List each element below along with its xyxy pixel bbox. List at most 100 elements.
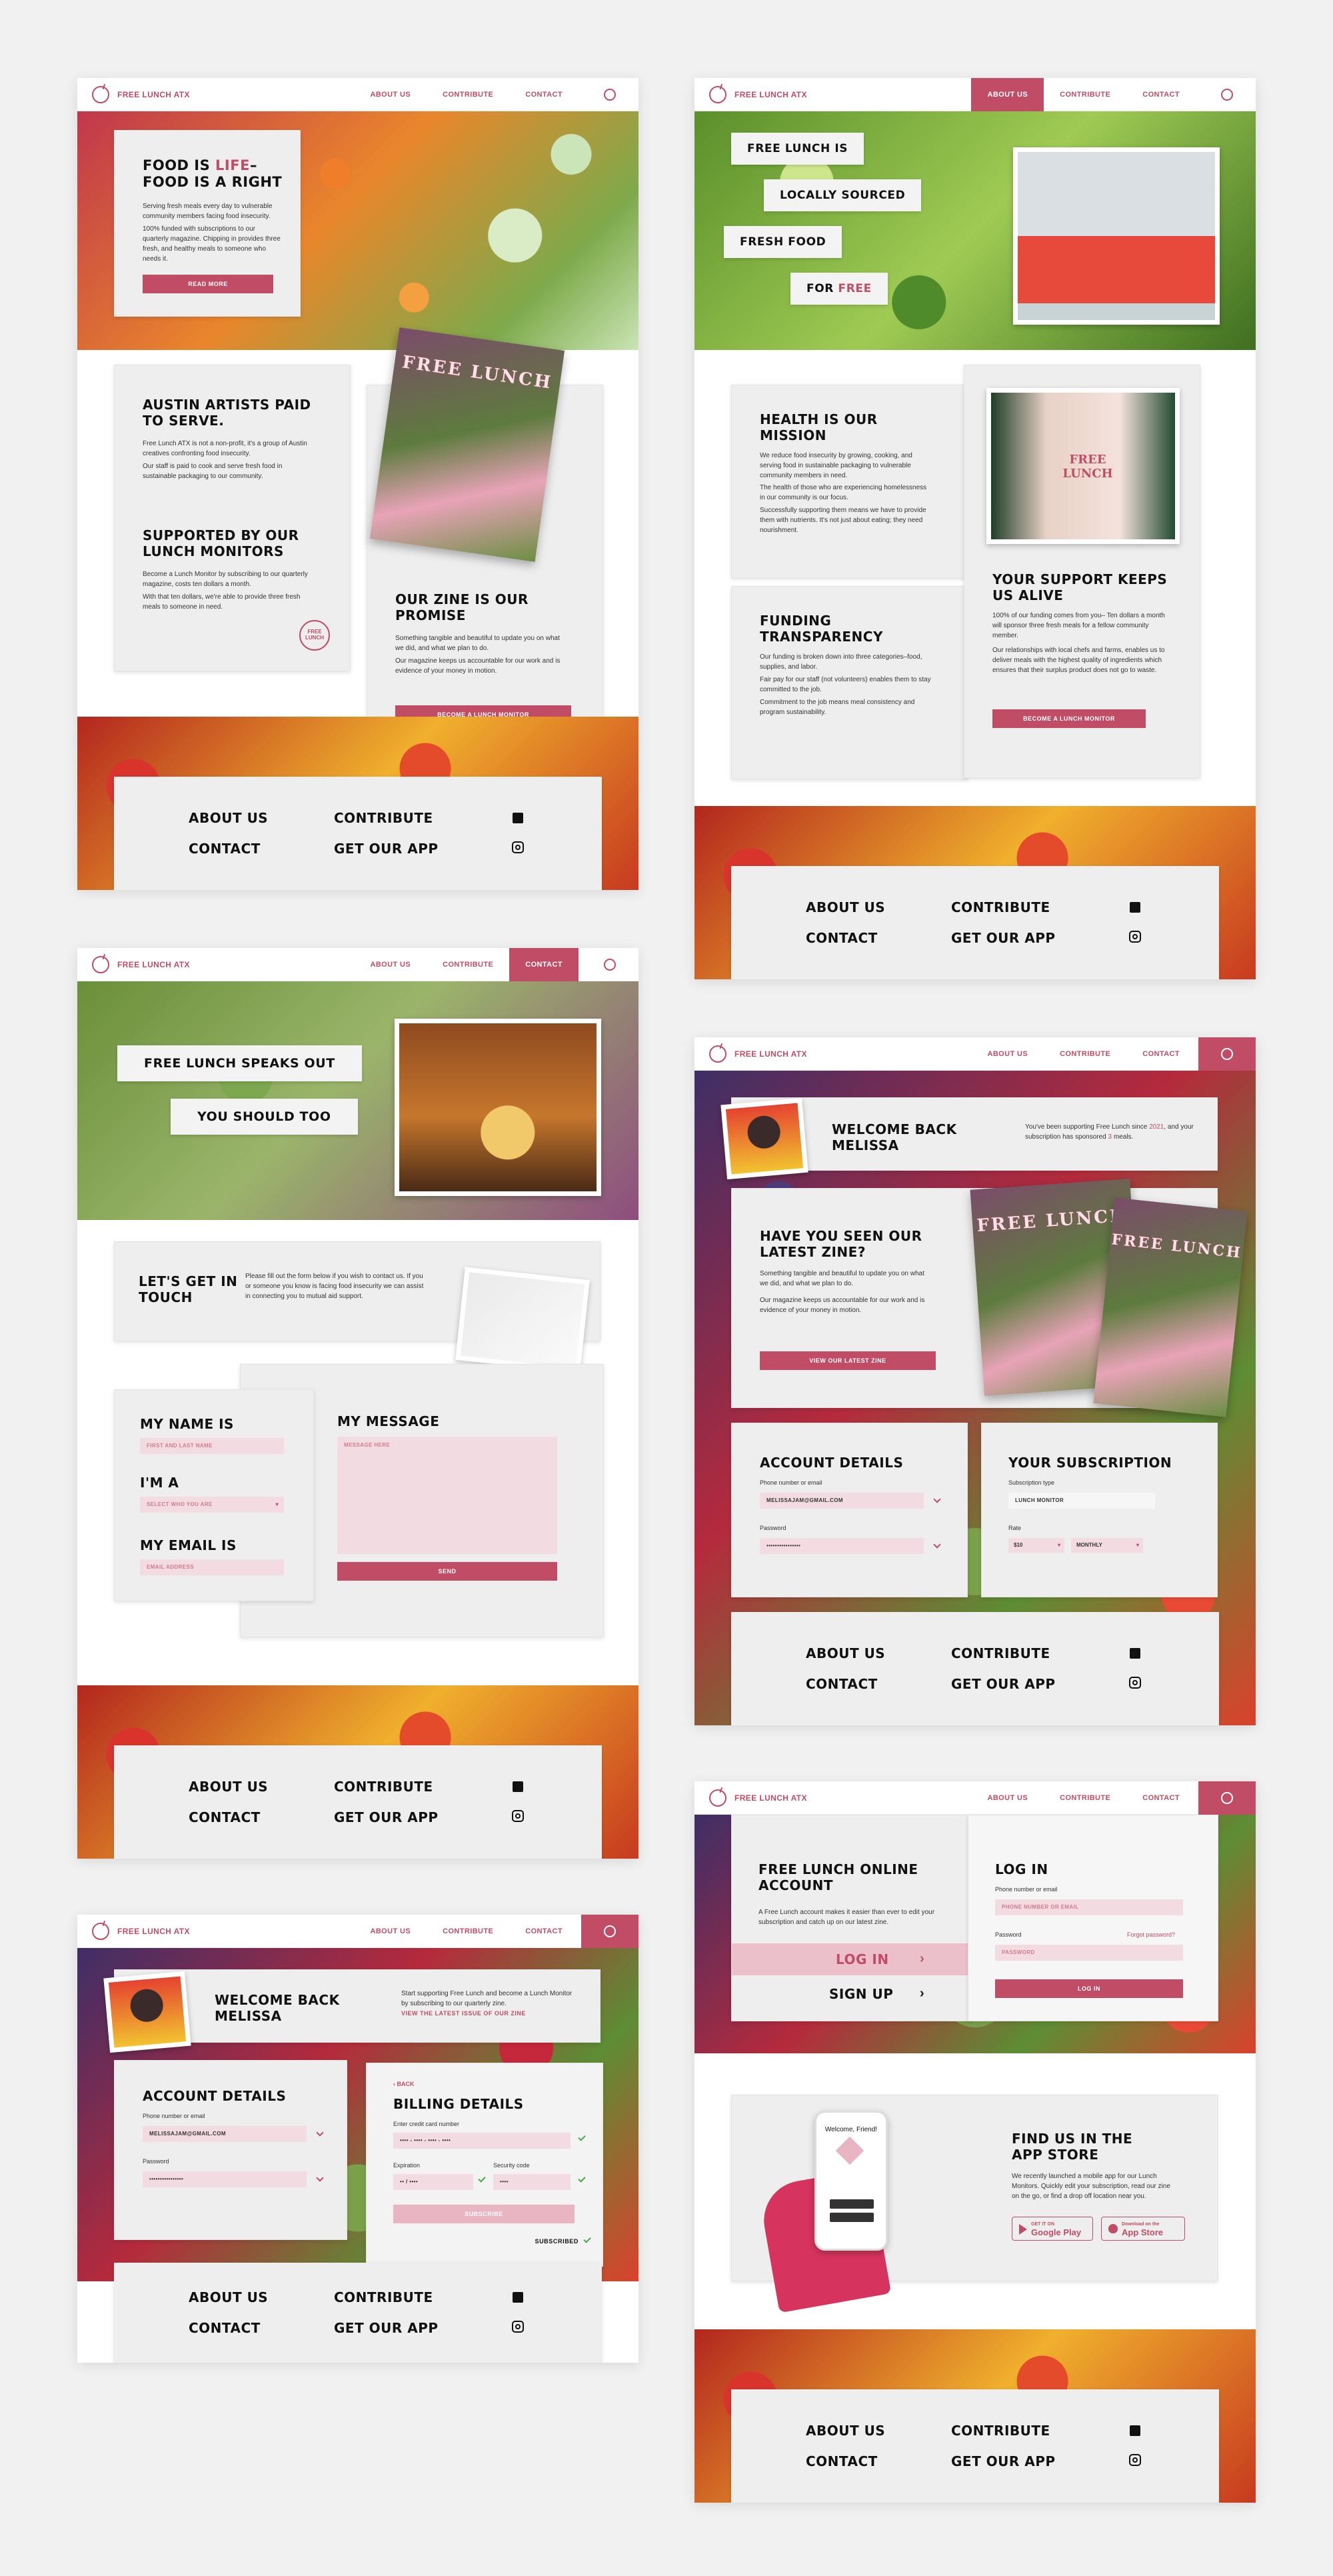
facebook-icon[interactable] — [513, 2292, 523, 2303]
brand[interactable]: FREE LUNCH ATX — [734, 90, 807, 99]
password-input[interactable]: •••••••••••••••• — [143, 2171, 307, 2187]
nav-contribute[interactable]: CONTRIBUTE — [427, 78, 509, 111]
instagram-icon[interactable] — [1129, 1677, 1141, 1689]
nav-about[interactable]: ABOUT US — [971, 1037, 1044, 1071]
facebook-icon[interactable] — [1130, 1648, 1140, 1659]
footer-app[interactable]: GET OUR APP — [334, 2320, 439, 2336]
phone-input[interactable]: MELISSAJAM@GMAIL.COM — [143, 2126, 307, 2142]
forgot-password-link[interactable]: Forgot password? — [1127, 1931, 1175, 1938]
footer-contribute[interactable]: CONTRIBUTE — [334, 810, 433, 826]
edit-icon[interactable] — [316, 2129, 324, 2137]
footer-contribute[interactable]: CONTRIBUTE — [951, 2423, 1050, 2439]
user-button[interactable] — [581, 78, 639, 111]
signup-tab[interactable]: SIGN UP › — [732, 1978, 972, 2010]
name-input[interactable]: FIRST AND LAST NAME — [140, 1438, 284, 1454]
footer-contribute[interactable]: CONTRIBUTE — [951, 1645, 1050, 1661]
read-more-button[interactable]: READ MORE — [143, 275, 273, 293]
nav-contact[interactable]: CONTACT — [1126, 1037, 1196, 1071]
latest-zine-link[interactable]: VIEW THE LATEST ISSUE OF OUR ZINE — [401, 2010, 526, 2017]
nav-about[interactable]: ABOUT US — [971, 78, 1044, 111]
footer-contact[interactable]: CONTACT — [189, 841, 261, 857]
login-button[interactable]: LOG IN — [995, 1979, 1183, 1998]
footer-contact[interactable]: CONTACT — [806, 930, 878, 946]
facebook-icon[interactable] — [513, 1781, 523, 1792]
instagram-icon[interactable] — [1129, 931, 1141, 943]
nav-about[interactable]: ABOUT US — [354, 948, 427, 981]
instagram-icon[interactable] — [512, 1810, 524, 1822]
user-button[interactable] — [1198, 1781, 1256, 1815]
who-select[interactable]: SELECT WHO YOU ARE ▾ — [140, 1497, 284, 1513]
edit-icon[interactable] — [933, 1541, 941, 1549]
nav-contact[interactable]: CONTACT — [509, 948, 579, 981]
apple-icon[interactable] — [709, 1789, 726, 1807]
facebook-icon[interactable] — [1130, 2425, 1140, 2436]
nav-contribute[interactable]: CONTRIBUTE — [427, 948, 509, 981]
user-button[interactable] — [1198, 1037, 1256, 1071]
apple-icon[interactable] — [709, 86, 726, 103]
footer-about[interactable]: ABOUT US — [806, 899, 885, 915]
footer-about[interactable]: ABOUT US — [189, 1779, 268, 1795]
footer-contact[interactable]: CONTACT — [189, 1809, 261, 1825]
phone-input[interactable]: MELISSAJAM@GMAIL.COM — [760, 1493, 924, 1509]
message-input[interactable]: MESSAGE HERE — [337, 1437, 557, 1554]
edit-icon[interactable] — [316, 2174, 324, 2182]
google-play-badge[interactable]: GET IT ON Google Play — [1012, 2217, 1093, 2241]
app-store-badge[interactable]: Download on the App Store — [1101, 2217, 1185, 2241]
nav-contribute[interactable]: CONTRIBUTE — [1044, 1781, 1126, 1815]
footer-contact[interactable]: CONTACT — [806, 2453, 878, 2469]
footer-app[interactable]: GET OUR APP — [951, 930, 1056, 946]
nav-contribute[interactable]: CONTRIBUTE — [427, 1915, 509, 1948]
brand[interactable]: FREE LUNCH ATX — [117, 960, 190, 969]
facebook-icon[interactable] — [513, 813, 523, 823]
instagram-icon[interactable] — [1129, 2454, 1141, 2466]
footer-about[interactable]: ABOUT US — [189, 810, 268, 826]
footer-contribute[interactable]: CONTRIBUTE — [334, 1779, 433, 1795]
nav-about[interactable]: ABOUT US — [354, 1915, 427, 1948]
instagram-icon[interactable] — [512, 841, 524, 853]
footer-app[interactable]: GET OUR APP — [951, 2453, 1056, 2469]
nav-contact[interactable]: CONTACT — [509, 1915, 579, 1948]
footer-about[interactable]: ABOUT US — [806, 2423, 885, 2439]
facebook-icon[interactable] — [1130, 902, 1140, 913]
view-zine-button[interactable]: VIEW OUR LATEST ZINE — [760, 1351, 936, 1370]
user-button[interactable] — [581, 1915, 639, 1948]
email-input[interactable]: EMAIL ADDRESS — [140, 1559, 284, 1575]
apple-icon[interactable] — [92, 86, 109, 103]
footer-app[interactable]: GET OUR APP — [334, 1809, 439, 1825]
nav-contact[interactable]: CONTACT — [1126, 1781, 1196, 1815]
rate-select[interactable]: $10 — [1008, 1538, 1064, 1553]
brand[interactable]: FREE LUNCH ATX — [117, 1927, 190, 1936]
nav-contribute[interactable]: CONTRIBUTE — [1044, 78, 1126, 111]
brand[interactable]: FREE LUNCH ATX — [117, 90, 190, 99]
user-button[interactable] — [1198, 78, 1256, 111]
back-link[interactable]: ‹ BACK — [393, 2081, 415, 2087]
become-monitor-button[interactable]: BECOME A LUNCH MONITOR — [992, 709, 1146, 728]
apple-icon[interactable] — [709, 1045, 726, 1063]
apple-icon[interactable] — [92, 1923, 109, 1940]
card-input[interactable]: •••• - •••• - •••• - •••• — [393, 2133, 571, 2149]
footer-contribute[interactable]: CONTRIBUTE — [334, 2289, 433, 2305]
nav-contact[interactable]: CONTACT — [1126, 78, 1196, 111]
phone-input[interactable]: PHONE NUMBER OR EMAIL — [995, 1899, 1183, 1915]
expiration-input[interactable]: •• / •••• — [393, 2174, 473, 2190]
password-input[interactable]: PASSWORD — [995, 1945, 1183, 1961]
nav-about[interactable]: ABOUT US — [971, 1781, 1044, 1815]
footer-about[interactable]: ABOUT US — [189, 2289, 268, 2305]
footer-app[interactable]: GET OUR APP — [951, 1676, 1056, 1692]
brand[interactable]: FREE LUNCH ATX — [734, 1793, 807, 1803]
footer-app[interactable]: GET OUR APP — [334, 841, 439, 857]
footer-about[interactable]: ABOUT US — [806, 1645, 885, 1661]
nav-contact[interactable]: CONTACT — [509, 78, 579, 111]
footer-contact[interactable]: CONTACT — [189, 2320, 261, 2336]
nav-about[interactable]: ABOUT US — [354, 78, 427, 111]
security-code-input[interactable]: •••• — [493, 2174, 571, 2190]
footer-contribute[interactable]: CONTRIBUTE — [951, 899, 1050, 915]
footer-contact[interactable]: CONTACT — [806, 1676, 878, 1692]
user-button[interactable] — [581, 948, 639, 981]
period-select[interactable]: MONTHLY — [1071, 1538, 1143, 1553]
brand[interactable]: FREE LUNCH ATX — [734, 1049, 807, 1059]
edit-icon[interactable] — [933, 1495, 941, 1503]
apple-icon[interactable] — [92, 956, 109, 973]
login-tab[interactable]: LOG IN › — [732, 1943, 972, 1975]
send-button[interactable]: SEND — [337, 1562, 557, 1581]
